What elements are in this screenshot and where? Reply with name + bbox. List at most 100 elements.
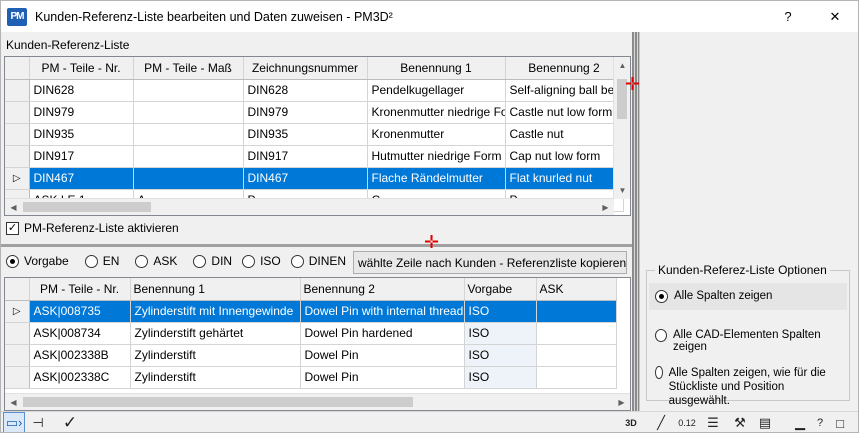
table-cell[interactable]: DIN935 bbox=[243, 123, 368, 146]
radio-dot[interactable] bbox=[135, 254, 149, 268]
close-button[interactable]: ✕ bbox=[812, 1, 858, 32]
table-cell[interactable]: DIN628 bbox=[243, 79, 368, 102]
table-row[interactable]: DIN935 DIN935 Kronenmutter Castle nut bbox=[5, 123, 624, 146]
table-cell[interactable]: DIN467 bbox=[29, 167, 134, 190]
column-header[interactable]: PM - Teile - Maß bbox=[133, 57, 244, 80]
table-cell[interactable] bbox=[536, 300, 617, 323]
scroll-left-icon[interactable]: ◀ bbox=[5, 394, 22, 410]
column-header[interactable]: Benennung 1 bbox=[130, 278, 301, 301]
table-cell[interactable]: Cap nut low form bbox=[505, 145, 624, 168]
table-row[interactable]: ASK|002338B Zylinderstift Dowel Pin ISO bbox=[5, 344, 617, 367]
row-header[interactable] bbox=[5, 344, 30, 367]
table-cell[interactable] bbox=[133, 167, 244, 190]
row-header[interactable] bbox=[5, 322, 30, 345]
table-cell[interactable]: Zylinderstift bbox=[130, 366, 301, 389]
scroll-left-icon[interactable]: ◀ bbox=[5, 199, 22, 215]
radio-vorgabe[interactable]: Vorgabe bbox=[6, 254, 69, 268]
table-cell[interactable]: ASK|002338C bbox=[29, 366, 131, 389]
table-cell[interactable]: Hutmutter niedrige Form bbox=[367, 145, 506, 168]
table-cell[interactable]: DIN467 bbox=[243, 167, 368, 190]
pm-activate-checkbox[interactable]: ✓ bbox=[6, 221, 19, 235]
table-cell[interactable] bbox=[536, 322, 617, 345]
pm-activate-row[interactable]: ✓ PM-Referenz-Liste aktivieren bbox=[6, 221, 179, 235]
table-cell[interactable]: Castle nut bbox=[505, 123, 624, 146]
column-header[interactable]: Benennung 2 bbox=[505, 57, 624, 80]
minimize-icon[interactable]: ▁ bbox=[793, 412, 807, 432]
radio-dot[interactable] bbox=[242, 254, 256, 268]
row-header[interactable] bbox=[5, 101, 30, 124]
column-header[interactable]: Benennung 1 bbox=[367, 57, 506, 80]
kunden-grid[interactable]: PM - Teile - Nr. PM - Teile - Maß Zeichn… bbox=[4, 56, 631, 216]
table-row[interactable]: DIN628 DIN628 Pendelkugellager Self-alignin… bbox=[5, 79, 624, 102]
table-cell[interactable]: Dowel Pin hardened bbox=[300, 322, 465, 345]
splitter-move-icon[interactable]: ✛ bbox=[625, 75, 640, 93]
table-cell[interactable]: Flache Rändelmutter bbox=[367, 167, 506, 190]
table-cell[interactable]: ISO bbox=[464, 300, 537, 323]
radio-iso[interactable]: ISO bbox=[242, 254, 281, 268]
table-cell[interactable]: ISO bbox=[464, 366, 537, 389]
table-cell[interactable]: Flat knurled nut bbox=[505, 167, 624, 190]
column-header[interactable]: Benennung 2 bbox=[300, 278, 465, 301]
table-cell[interactable] bbox=[536, 344, 617, 367]
table-cell[interactable]: ASK|008734 bbox=[29, 322, 131, 345]
column-header[interactable]: PM - Teile - Nr. bbox=[29, 278, 131, 301]
table-cell[interactable]: Kronenmutter niedrige Form bbox=[367, 101, 506, 124]
radio-dot[interactable] bbox=[655, 329, 667, 342]
table-cell[interactable]: Castle nut low form bbox=[505, 101, 624, 124]
table-cell[interactable]: DIN917 bbox=[29, 145, 134, 168]
row-header[interactable]: ▷ bbox=[5, 167, 30, 190]
table-row[interactable]: ASK|002338C Zylinderstift Dowel Pin ISO bbox=[5, 366, 617, 389]
wrench-icon[interactable]: ⚒ bbox=[731, 412, 749, 432]
radio-ask[interactable]: ASK bbox=[135, 254, 177, 268]
table-cell[interactable] bbox=[133, 79, 244, 102]
row-header[interactable]: ▷ bbox=[5, 300, 30, 323]
maximize-icon[interactable]: □ bbox=[833, 412, 847, 432]
table-cell[interactable]: DIN979 bbox=[243, 101, 368, 124]
ok-checkmark-icon[interactable]: ✓ bbox=[59, 412, 81, 432]
table-row[interactable]: ASK|008734 Zylinderstift gehärtet Dowel Pi… bbox=[5, 322, 617, 345]
table-cell[interactable]: Dowel Pin bbox=[300, 344, 465, 367]
table-row[interactable]: ▷ ASK|008735 Zylinderstift mit Innengewind… bbox=[5, 300, 617, 323]
table-cell[interactable] bbox=[536, 366, 617, 389]
table-cell[interactable]: Zylinderstift bbox=[130, 344, 301, 367]
radio-en[interactable]: EN bbox=[84, 254, 119, 268]
radio-dot[interactable] bbox=[6, 254, 19, 268]
threed-view-icon[interactable]: 3D bbox=[621, 412, 641, 432]
table-cell[interactable]: Pendelkugellager bbox=[367, 79, 506, 102]
kunden-horizontal-scrollbar[interactable]: ◀ ▶ bbox=[5, 198, 614, 215]
table-cell[interactable]: DIN935 bbox=[29, 123, 134, 146]
scroll-down-icon[interactable]: ▼ bbox=[614, 182, 630, 199]
scroll-right-icon[interactable]: ▶ bbox=[597, 199, 614, 215]
table-cell[interactable] bbox=[133, 101, 244, 124]
pm-grid[interactable]: PM - Teile - Nr. Benennung 1 Benennung 2… bbox=[4, 277, 631, 411]
horizontal-splitter[interactable] bbox=[1, 244, 632, 247]
table-cell[interactable]: ISO bbox=[464, 344, 537, 367]
radio-dot[interactable] bbox=[84, 254, 98, 268]
table-cell[interactable]: ASK|002338B bbox=[29, 344, 131, 367]
column-header[interactable]: Zeichnungsnummer bbox=[243, 57, 368, 80]
row-header[interactable] bbox=[5, 145, 30, 168]
table-cell[interactable]: DIN628 bbox=[29, 79, 134, 102]
table-cell[interactable] bbox=[133, 145, 244, 168]
pm-horizontal-scrollbar[interactable]: ◀ ▶ bbox=[5, 393, 630, 410]
table-cell[interactable]: Kronenmutter bbox=[367, 123, 506, 146]
table-cell[interactable]: DIN917 bbox=[243, 145, 368, 168]
pin-icon[interactable]: ⊣ bbox=[29, 412, 47, 432]
list-icon[interactable]: ☰ bbox=[704, 412, 722, 432]
radio-dot[interactable] bbox=[193, 254, 207, 268]
option-cad-columns[interactable]: Alle CAD-Elementen Spalten zeigen bbox=[649, 322, 847, 360]
copy-to-kunden-button[interactable]: wählte Zeile nach Kunden - Referenzliste… bbox=[353, 251, 627, 274]
table-row[interactable]: ▷ DIN467 DIN467 Flache Rändelmutter Flat knu… bbox=[5, 167, 624, 190]
splitter-move-icon[interactable]: ✛ bbox=[424, 233, 439, 251]
radio-dinen[interactable]: DINEN bbox=[290, 254, 346, 268]
row-header[interactable] bbox=[5, 123, 30, 146]
option-all-columns[interactable]: Alle Spalten zeigen bbox=[649, 283, 847, 310]
help-icon[interactable]: ? bbox=[813, 412, 827, 432]
radio-din[interactable]: DIN bbox=[193, 254, 232, 268]
scroll-up-icon[interactable]: ▲ bbox=[614, 57, 630, 74]
table-cell[interactable]: DIN979 bbox=[29, 101, 134, 124]
radio-dot[interactable] bbox=[655, 290, 668, 303]
scroll-thumb[interactable] bbox=[23, 397, 413, 407]
scroll-thumb[interactable] bbox=[23, 202, 151, 212]
table-cell[interactable]: ISO bbox=[464, 322, 537, 345]
